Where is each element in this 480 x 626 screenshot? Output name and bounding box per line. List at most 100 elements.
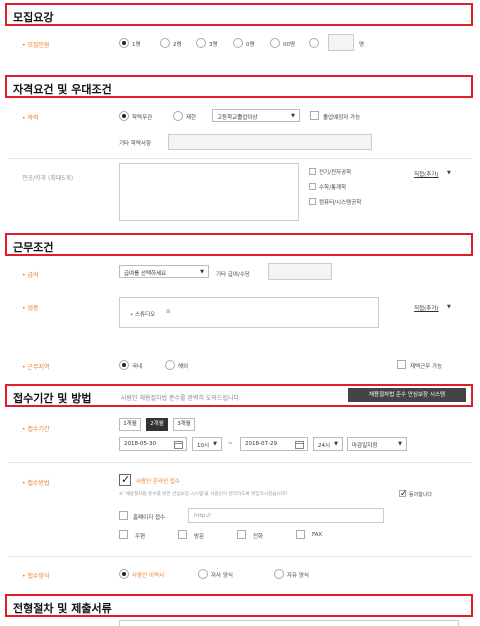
caret-down-icon[interactable]: ▼: [447, 304, 451, 310]
other-method-label: 전화: [253, 534, 264, 540]
expected-grad-checkbox[interactable]: [310, 111, 319, 120]
industry-direct-link[interactable]: 직접(추가): [414, 304, 439, 312]
recruit-unit: 명: [359, 42, 365, 48]
apply-note: 사람인 채용절차법 준수를 완벽히 도와드립니다.: [121, 395, 241, 402]
recruit-1-radio[interactable]: [119, 38, 129, 48]
recruit-option-label: 1명: [132, 42, 141, 48]
other-method-label: FAX: [312, 532, 323, 538]
start-time-select[interactable]: 10시 ▼: [192, 437, 222, 451]
mail-checkbox[interactable]: [119, 530, 128, 539]
form-option-label: 사람인 이력서: [132, 573, 165, 579]
section-qualify: 자격요건 및 우대조건: [5, 75, 473, 98]
online-apply-checkbox[interactable]: [119, 473, 131, 486]
deadline-select[interactable]: 마감일지정 ▼: [347, 437, 407, 451]
region-label: • 근무지역: [22, 364, 50, 371]
safe-system-button[interactable]: 채용절차법 준수 안심보장 시스템: [348, 388, 466, 402]
major-check-cs[interactable]: [309, 198, 316, 205]
recruit-count-input[interactable]: [328, 34, 354, 51]
section-recruit: 모집요강: [5, 3, 473, 26]
recruit-option-label: 0명: [246, 42, 255, 48]
start-date-value: 2018-05-30: [124, 441, 156, 447]
start-date-input[interactable]: 2018-05-30: [119, 437, 187, 451]
period-tab-1m[interactable]: 1개월: [119, 418, 141, 431]
recruit-option-label: 2명: [173, 42, 182, 48]
process-textarea[interactable]: [119, 620, 459, 626]
major-check-label: 컴퓨터/시스템공학: [319, 200, 362, 206]
safe-system-notice: ※ '채용절차법 준수를 위한 안심보장 시스템'을 사람인이 관리하도록 위임…: [119, 492, 288, 497]
salary-select[interactable]: 급여를 선택하세요 ▼: [119, 265, 209, 278]
calendar-icon[interactable]: [295, 441, 304, 449]
edu-other-label: 기타 학력사항: [119, 141, 152, 147]
form-option-label: 자유 양식: [287, 573, 309, 579]
edu-limit-radio[interactable]: [173, 111, 183, 121]
edu-label: • 학력: [22, 115, 39, 122]
edu-option-label: 제한: [186, 115, 197, 121]
end-date-input[interactable]: 2018-07-29: [240, 437, 308, 451]
section-title: 모집요강: [13, 11, 54, 24]
period-tab-2m[interactable]: 2개월: [146, 418, 168, 431]
homepage-url-input[interactable]: http://: [188, 508, 384, 523]
recruit-count-label: • 모집인원: [22, 42, 50, 49]
caret-down-icon[interactable]: ▼: [447, 170, 451, 176]
recruit-option-label: 00명: [283, 42, 296, 48]
industry-label: • 업종: [22, 305, 39, 312]
homepage-checkbox[interactable]: [119, 511, 128, 520]
date-separator: ~: [228, 441, 233, 447]
form-saramin-radio[interactable]: [119, 569, 129, 579]
end-date-value: 2018-07-29: [245, 441, 277, 447]
fax-checkbox[interactable]: [296, 530, 305, 539]
phone-checkbox[interactable]: [237, 530, 246, 539]
major-check-math[interactable]: [309, 183, 316, 190]
section-title: 전형절차 및 제출서류: [13, 602, 112, 615]
divider: [8, 462, 472, 463]
other-method-label: 방문: [194, 534, 205, 540]
major-direct-link[interactable]: 직접(추가): [414, 170, 439, 178]
industry-box[interactable]: • 스튜디오 ⊠: [119, 297, 379, 328]
chevron-down-icon: ▼: [291, 113, 295, 119]
start-time-value: 10시: [197, 443, 210, 449]
edu-option-label: 학력무관: [132, 115, 153, 121]
section-title: 자격요건 및 우대조건: [13, 83, 112, 96]
recruit-00-radio[interactable]: [270, 38, 280, 48]
salary-other-label: 기타 급여/수당: [216, 272, 250, 278]
recruit-2-radio[interactable]: [160, 38, 170, 48]
region-option-label: 해외: [178, 364, 189, 370]
remove-tag-icon[interactable]: ⊠: [166, 309, 171, 315]
edu-any-radio[interactable]: [119, 111, 129, 121]
homepage-url-value: http://: [194, 513, 211, 519]
homepage-label: 홈페이지 접수: [133, 515, 166, 521]
remote-label: 재택근무 가능: [410, 364, 443, 370]
deadline-value: 마감일지정: [352, 443, 378, 449]
major-check-ee[interactable]: [309, 168, 316, 175]
recruit-custom-radio[interactable]: [309, 38, 319, 48]
recruit-option-label: 3명: [209, 42, 218, 48]
chevron-down-icon: ▼: [398, 441, 402, 447]
online-apply-label: 사람인 온라인 접수: [136, 479, 180, 485]
expected-grad-label: 졸업예정자 가능: [323, 115, 361, 121]
remote-checkbox[interactable]: [397, 360, 406, 369]
edu-level-value: 고등학교졸업이상: [217, 115, 258, 121]
edu-other-input[interactable]: [168, 134, 372, 150]
edu-level-select[interactable]: 고등학교졸업이상 ▼: [212, 109, 300, 122]
method-label: • 접수방법: [22, 480, 50, 487]
recruit-3-radio[interactable]: [196, 38, 206, 48]
section-work: 근무조건: [5, 233, 473, 256]
major-textarea[interactable]: [119, 163, 299, 221]
period-tab-3m[interactable]: 3개월: [173, 418, 195, 431]
region-domestic-radio[interactable]: [119, 360, 129, 370]
agree-checkbox[interactable]: [399, 489, 408, 499]
end-time-value: 24시: [318, 443, 331, 449]
form-option-label: 자사 양식: [211, 573, 233, 579]
calendar-icon[interactable]: [174, 441, 183, 449]
end-time-select[interactable]: 24시 ▼: [313, 437, 343, 451]
visit-checkbox[interactable]: [178, 530, 187, 539]
form-free-radio[interactable]: [274, 569, 284, 579]
recruit-0-radio[interactable]: [233, 38, 243, 48]
agree-label: 동의합니다: [409, 492, 433, 498]
chevron-down-icon: ▼: [334, 441, 338, 447]
salary-other-input[interactable]: [268, 263, 332, 280]
region-overseas-radio[interactable]: [165, 360, 175, 370]
form-company-radio[interactable]: [198, 569, 208, 579]
section-process: 전형절차 및 제출서류: [5, 594, 473, 617]
major-label: 전공/학과 (최대5개): [22, 175, 74, 182]
